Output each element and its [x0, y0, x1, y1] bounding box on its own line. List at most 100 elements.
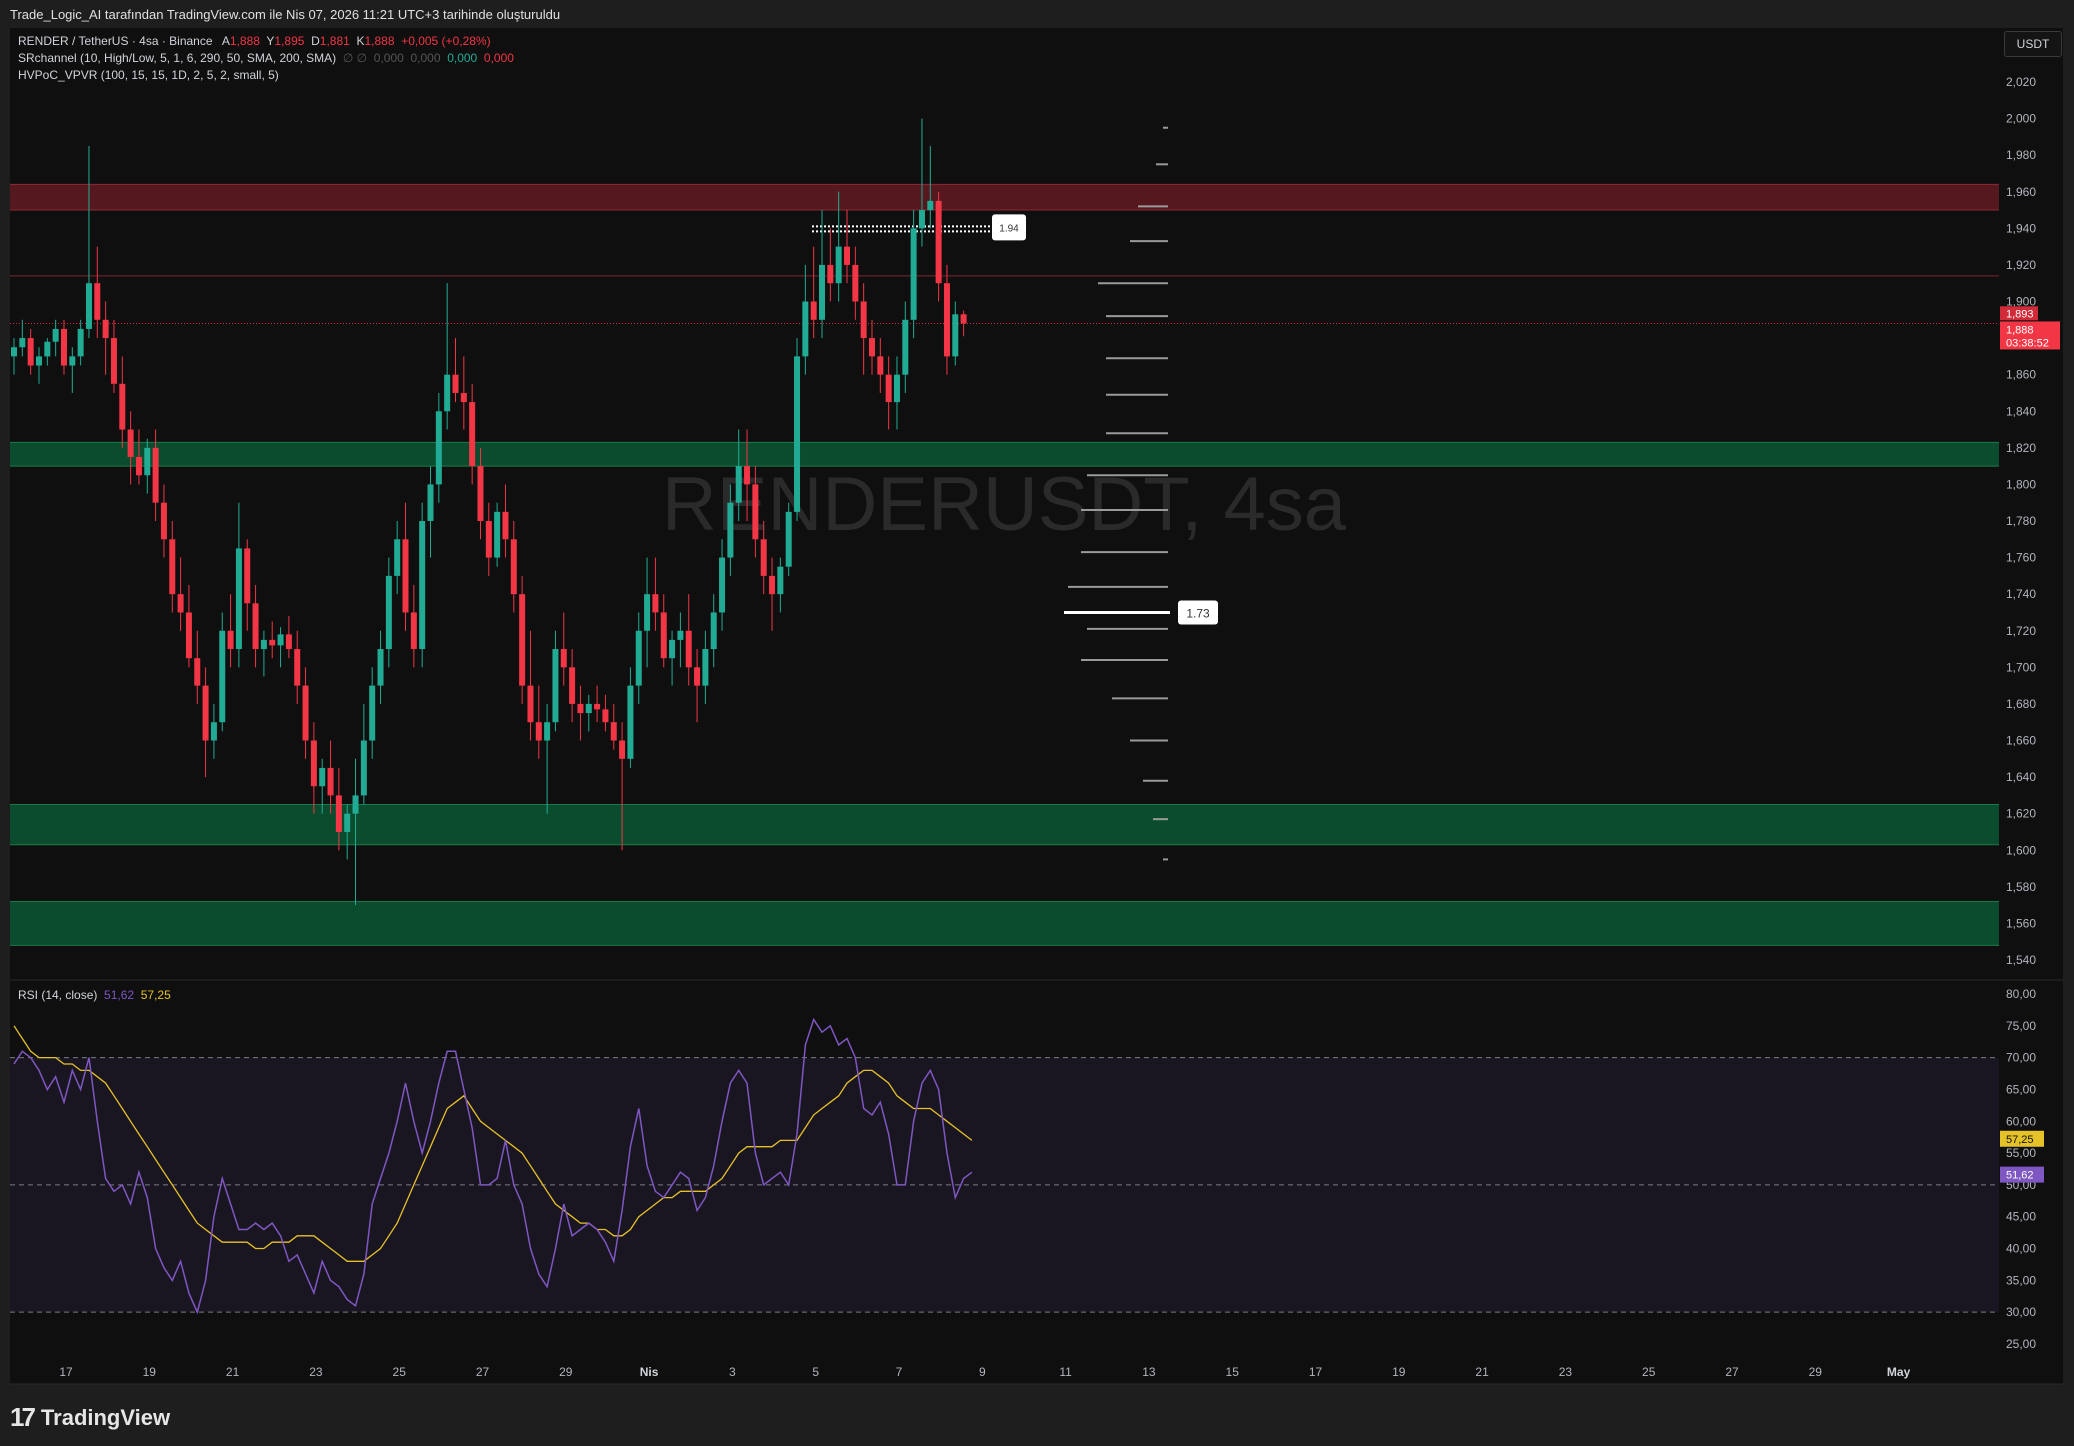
price-chart[interactable]: RENDERUSDT, 4sa 1.94 1.73 2,020 2,000 1,980… — [0, 0, 2074, 1446]
candle-body[interactable] — [877, 356, 884, 375]
candle-body[interactable] — [585, 703, 592, 714]
candle-body[interactable] — [918, 210, 925, 229]
candle-body[interactable] — [627, 685, 634, 759]
candle-body[interactable] — [277, 634, 284, 646]
candle-body[interactable] — [594, 703, 601, 710]
candle-body[interactable] — [794, 356, 801, 512]
candle-body[interactable] — [452, 374, 459, 393]
candle-body[interactable] — [644, 594, 651, 631]
candle-body[interactable] — [685, 630, 692, 668]
candle-body[interactable] — [460, 392, 467, 403]
candle-body[interactable] — [85, 283, 92, 329]
candle-body[interactable] — [369, 685, 376, 741]
candle-body[interactable] — [844, 246, 850, 265]
candle-body[interactable] — [677, 630, 684, 640]
candle-body[interactable] — [752, 484, 759, 540]
candle-body[interactable] — [652, 594, 659, 613]
candle-body[interactable] — [785, 511, 792, 567]
candle-body[interactable] — [177, 594, 184, 613]
candle-body[interactable] — [852, 264, 859, 302]
candle-body[interactable] — [52, 328, 59, 342]
candle-body[interactable] — [494, 511, 501, 558]
srchannel-legend[interactable]: SRchannel (10, High/Low, 5, 1, 6, 290, 5… — [18, 51, 514, 65]
candle-body[interactable] — [860, 301, 867, 339]
candle-body[interactable] — [60, 328, 67, 366]
candle-body[interactable] — [927, 200, 934, 211]
candle-body[interactable] — [802, 301, 809, 357]
candle-body[interactable] — [610, 722, 617, 741]
candle-body[interactable] — [402, 539, 409, 613]
candle-body[interactable] — [335, 795, 342, 832]
candle-body[interactable] — [569, 667, 576, 704]
candle-body[interactable] — [777, 566, 784, 595]
candle-body[interactable] — [319, 767, 326, 787]
candle-body[interactable] — [19, 338, 26, 348]
candle-body[interactable] — [435, 411, 442, 485]
candle-body[interactable] — [744, 466, 751, 485]
candle-body[interactable] — [544, 722, 551, 741]
hvpoc-legend[interactable]: HVPoC_VPVR (100, 15, 15, 1D, 2, 5, 2, sm… — [18, 68, 279, 82]
candle-body[interactable] — [252, 603, 259, 650]
candle-body[interactable] — [377, 649, 384, 686]
candle-body[interactable] — [210, 722, 217, 741]
candle-body[interactable] — [302, 685, 309, 741]
candle-body[interactable] — [810, 301, 817, 320]
candle-body[interactable] — [294, 649, 301, 686]
candle-body[interactable] — [868, 338, 875, 357]
candle-body[interactable] — [344, 813, 351, 832]
candle-body[interactable] — [702, 649, 709, 686]
candle-body[interactable] — [660, 612, 667, 659]
candle-body[interactable] — [194, 658, 201, 686]
candle-body[interactable] — [260, 639, 267, 650]
candle-body[interactable] — [119, 383, 126, 430]
candle-body[interactable] — [152, 447, 159, 503]
candle-body[interactable] — [427, 484, 434, 521]
candle-body[interactable] — [510, 539, 517, 595]
candle-body[interactable] — [127, 429, 134, 457]
candle-body[interactable] — [77, 328, 84, 357]
currency-button[interactable]: USDT — [2004, 31, 2062, 57]
candle-body[interactable] — [502, 511, 509, 540]
candle-body[interactable] — [469, 402, 476, 467]
candle-body[interactable] — [827, 264, 834, 284]
candle-body[interactable] — [202, 685, 209, 741]
candle-body[interactable] — [360, 740, 367, 796]
candle-body[interactable] — [477, 466, 484, 521]
candle-body[interactable] — [694, 667, 701, 686]
candle-body[interactable] — [635, 630, 642, 686]
candle-body[interactable] — [244, 548, 251, 604]
candle-body[interactable] — [902, 319, 909, 375]
candle-body[interactable] — [485, 521, 492, 558]
candle-body[interactable] — [144, 447, 151, 476]
candle-body[interactable] — [619, 740, 626, 759]
candle-body[interactable] — [235, 548, 242, 650]
candle-body[interactable] — [269, 639, 276, 646]
candle-body[interactable] — [394, 539, 401, 576]
candle-body[interactable] — [69, 356, 76, 366]
candle-body[interactable] — [385, 575, 392, 650]
candle-body[interactable] — [885, 374, 892, 403]
candle-body[interactable] — [727, 502, 734, 558]
candle-body[interactable] — [285, 634, 292, 650]
candle-body[interactable] — [952, 314, 959, 357]
candle-body[interactable] — [169, 539, 176, 595]
candle-body[interactable] — [710, 612, 717, 650]
candle-body[interactable] — [444, 374, 451, 412]
candle-body[interactable] — [44, 341, 51, 357]
candle-body[interactable] — [735, 466, 742, 503]
candle-body[interactable] — [560, 649, 567, 668]
candle-body[interactable] — [527, 685, 534, 723]
candle-body[interactable] — [760, 539, 767, 576]
candle-body[interactable] — [943, 283, 950, 357]
candle-body[interactable] — [819, 264, 826, 320]
candle-body[interactable] — [94, 283, 101, 320]
candle-body[interactable] — [160, 502, 167, 540]
candle-body[interactable] — [185, 612, 192, 659]
candle-body[interactable] — [419, 521, 426, 650]
candle-body[interactable] — [835, 246, 842, 284]
candle-body[interactable] — [327, 767, 334, 796]
candle-body[interactable] — [227, 630, 234, 650]
candle-body[interactable] — [669, 639, 676, 659]
candle-body[interactable] — [11, 347, 17, 357]
candle-body[interactable] — [602, 709, 609, 723]
